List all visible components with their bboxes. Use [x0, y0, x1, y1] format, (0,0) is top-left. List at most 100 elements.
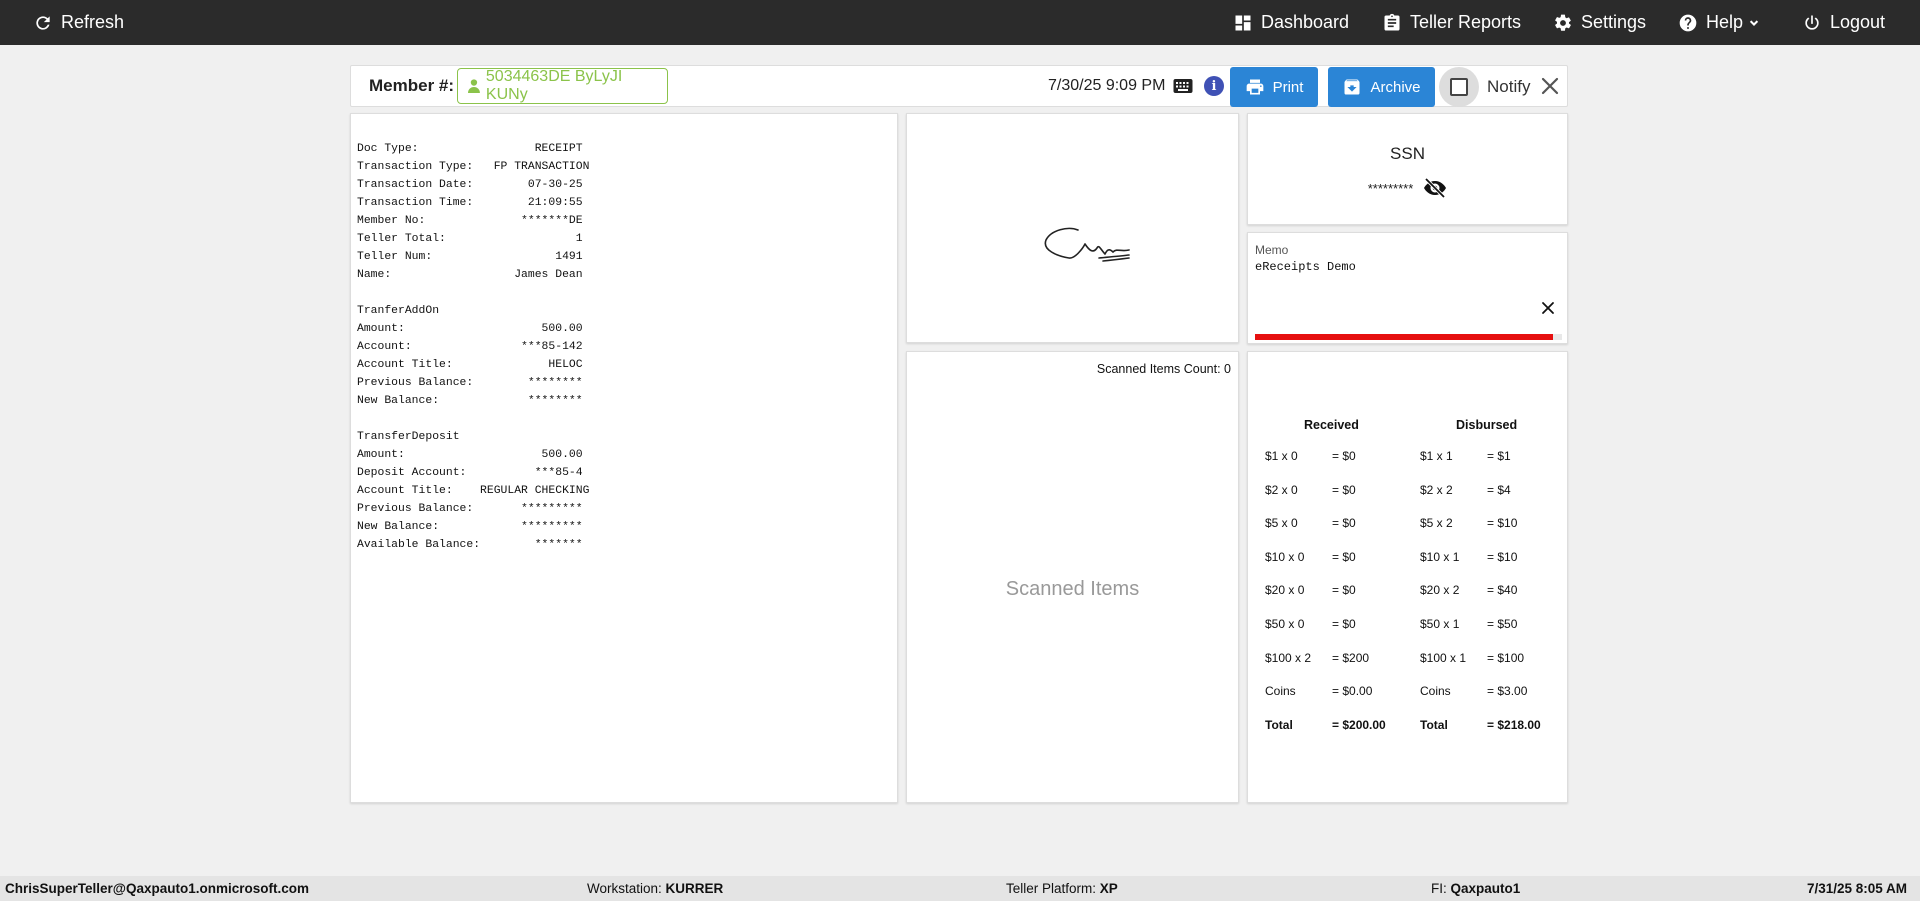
chevron-down-icon [1749, 19, 1759, 26]
settings-label: Settings [1581, 12, 1647, 32]
denomination-label: $5 x 2 [1420, 516, 1453, 531]
receipt-line: Transaction Time: 21:09:55 [357, 197, 583, 209]
receipt-line [357, 410, 589, 428]
info-icon[interactable]: i [1204, 76, 1224, 96]
memo-progress-bar [1255, 334, 1562, 340]
gear-icon [1555, 14, 1571, 31]
status-workstation: Workstation: KURRER [587, 881, 723, 896]
print-button[interactable]: Print [1230, 67, 1318, 107]
checkbox-box [1450, 78, 1468, 96]
denomination-amount: = $50 [1487, 617, 1518, 631]
scanned-items-count: Scanned Items Count: 0 [1096, 362, 1231, 376]
status-bar: ChrisSuperTeller@Qaxpauto1.onmicrosoft.c… [0, 876, 1920, 901]
notify-checkbox[interactable]: Notify [1439, 67, 1531, 107]
ssn-title: SSN [1390, 144, 1425, 163]
dashboard-button[interactable]: Dashboard [1233, 0, 1349, 45]
cash-breakdown-panel: Received Disbursed $1 x 0 = $0 $2 x 0 = $0 $… [1247, 351, 1568, 803]
help-menu[interactable]: Help [1678, 0, 1761, 45]
received-title: Received [1304, 418, 1359, 432]
denomination-amount: = $0 [1332, 482, 1356, 497]
denomination-amount: = $200.00 [1332, 717, 1386, 732]
platform-label: Teller Platform: [1006, 881, 1097, 896]
receipt-line: Available Balance: ******* [357, 539, 583, 551]
denomination-label: $5 x 0 [1265, 516, 1298, 531]
receipt-line: Member No: *******DE [357, 215, 583, 227]
platform-value: XP [1099, 881, 1118, 896]
denomination-amount: = $4 [1487, 482, 1511, 497]
denomination-amount: = $218.00 [1487, 717, 1541, 732]
receipt-line: Amount: 500.00 [357, 449, 583, 461]
workstation-value: KURRER [665, 881, 724, 896]
receipt-line: Account Title: REGULAR CHECKING [357, 485, 590, 497]
denomination-label: $10 x 1 [1420, 549, 1460, 564]
teller-reports-button[interactable]: Teller Reports [1382, 0, 1521, 45]
receipt-line: Teller Num: 1491 [357, 251, 583, 263]
denomination-label: Coins [1265, 684, 1296, 699]
help-label: Help [1706, 12, 1744, 32]
denomination-amount: = $10 [1487, 549, 1518, 564]
workstation-label: Workstation: [587, 881, 662, 896]
dashboard-icon [1235, 15, 1251, 30]
receipt-line: Transaction Type: FP TRANSACTION [357, 161, 590, 173]
archive-button[interactable]: Archive [1328, 67, 1435, 107]
receipt-line: Previous Balance: ********* [357, 503, 583, 515]
keyboard-icon[interactable] [1173, 78, 1193, 94]
notify-label: Notify [1487, 77, 1531, 96]
receipt-line: Amount: 500.00 [357, 323, 583, 335]
denomination-amount: = $0 [1332, 617, 1356, 631]
denomination-amount: = $0 [1332, 583, 1356, 598]
member-label: Member #: [369, 76, 455, 95]
power-icon [1805, 15, 1819, 30]
refresh-icon [36, 15, 50, 30]
denomination-amount: = $0 [1332, 516, 1356, 531]
refresh-button[interactable]: Refresh [33, 0, 124, 45]
disbursed-title: Disbursed [1456, 418, 1518, 432]
denomination-label: $10 x 0 [1265, 549, 1305, 564]
receipt-panel: Doc Type: RECEIPT Transaction Type: FP TR… [350, 113, 898, 803]
memo-value[interactable]: eReceipts Demo [1255, 260, 1356, 274]
member-chip[interactable]: 5034463DE ByLyJI KUNy [457, 68, 668, 104]
denomination-amount: = $10 [1487, 516, 1518, 531]
transaction-header: Member #: 5034463DE ByLyJI KUNy 7/30/25 … [350, 65, 1568, 107]
denomination-label: $100 x 2 [1265, 650, 1312, 665]
receipt-line: Teller Total: 1 [357, 233, 583, 245]
status-platform: Teller Platform: XP [1006, 881, 1118, 896]
receipt-line: Doc Type: RECEIPT [357, 143, 583, 155]
help-icon [1679, 14, 1697, 31]
print-label: Print [1272, 78, 1304, 96]
denomination-amount: = $40 [1487, 583, 1518, 598]
denomination-label: $100 x 1 [1420, 650, 1467, 665]
clipboard-icon [1384, 13, 1400, 31]
receipt-line: TranferAddOn [357, 305, 440, 317]
receipt-line [357, 284, 589, 302]
denomination-label: $1 x 0 [1265, 449, 1298, 463]
denomination-label: $2 x 2 [1420, 482, 1453, 497]
refresh-label: Refresh [61, 12, 125, 32]
member-value: 5034463DE ByLyJI KUNy [485, 68, 623, 103]
eye-off-icon[interactable] [1423, 178, 1447, 198]
receipt-line: Account: ***85-142 [357, 341, 583, 353]
archive-label: Archive [1370, 78, 1421, 96]
printer-icon [1246, 79, 1263, 95]
memo-panel[interactable]: Memo eReceipts Demo [1247, 232, 1568, 344]
denomination-amount: = $3.00 [1487, 684, 1528, 699]
close-icon[interactable] [1539, 75, 1561, 97]
ssn-row: ********* [1248, 178, 1567, 198]
denomination-amount: = $1 [1487, 449, 1511, 463]
receipt-line: New Balance: ********* [357, 521, 583, 533]
receipt-line: Deposit Account: ***85-4 [357, 467, 583, 479]
receipt-text: Doc Type: RECEIPT Transaction Type: FP TR… [357, 140, 589, 554]
logout-button[interactable]: Logout [1802, 0, 1885, 45]
signature-image [1044, 227, 1130, 262]
settings-button[interactable]: Settings [1553, 0, 1646, 45]
receipt-line: Transaction Date: 07-30-25 [357, 179, 583, 191]
denomination-label: $1 x 1 [1420, 449, 1453, 463]
memo-progress-fill [1255, 334, 1553, 340]
denomination-label: Total [1420, 717, 1448, 732]
fi-value: Qaxpauto1 [1450, 881, 1521, 896]
memo-label: Memo [1255, 243, 1289, 257]
denomination-label: Total [1265, 717, 1293, 732]
clear-memo-icon[interactable] [1541, 301, 1555, 315]
denomination-amount: = $200 [1332, 650, 1370, 665]
user-icon [468, 79, 480, 93]
